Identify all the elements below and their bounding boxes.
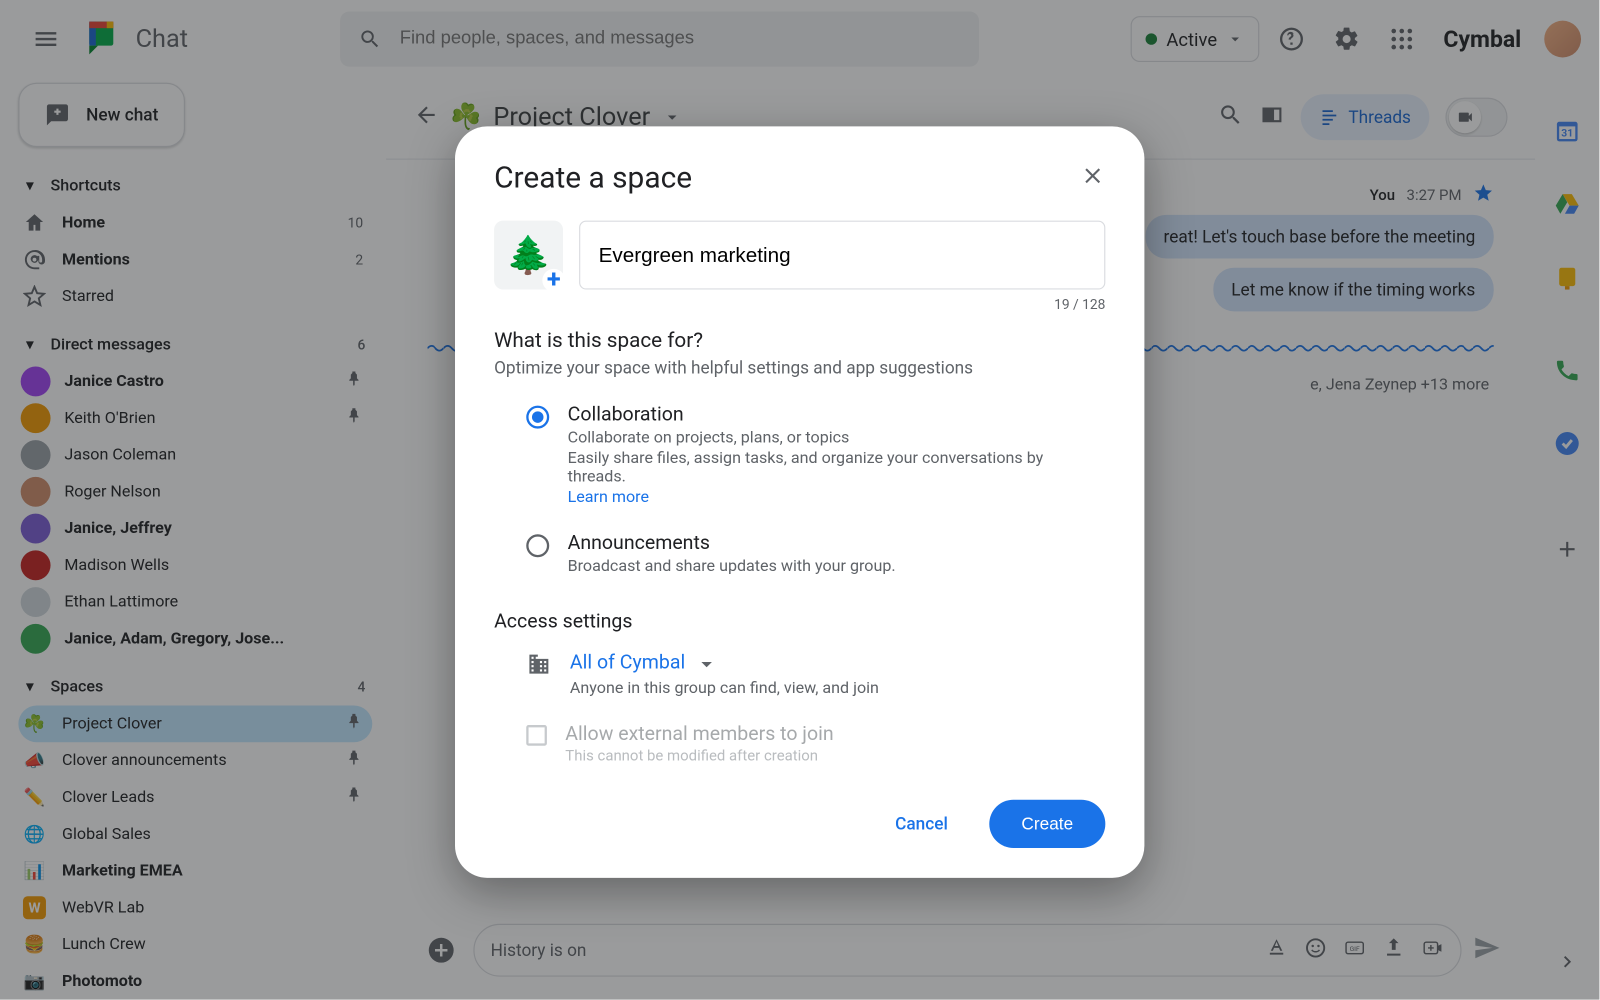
access-section-title: Access settings bbox=[494, 610, 1105, 633]
access-dropdown[interactable]: All of Cymbal bbox=[570, 649, 879, 677]
close-icon[interactable] bbox=[1080, 163, 1105, 193]
plus-icon: + bbox=[542, 269, 565, 292]
radio-announcements[interactable] bbox=[526, 534, 549, 557]
space-name-input[interactable] bbox=[579, 221, 1105, 290]
opt-collab-desc1: Collaborate on projects, plans, or topic… bbox=[568, 429, 1106, 447]
learn-more-link[interactable]: Learn more bbox=[568, 488, 1106, 506]
purpose-subtitle: Optimize your space with helpful setting… bbox=[494, 357, 1105, 378]
opt-announce-desc: Broadcast and share updates with your gr… bbox=[568, 557, 896, 575]
char-counter: 19 / 128 bbox=[494, 296, 1105, 312]
access-desc: Anyone in this group can find, view, and… bbox=[570, 679, 879, 697]
domain-icon bbox=[526, 651, 551, 676]
radio-collaboration[interactable] bbox=[526, 406, 549, 429]
purpose-question: What is this space for? bbox=[494, 329, 1105, 353]
chevron-down-icon bbox=[694, 651, 719, 676]
opt-collab-desc2: Easily share files, assign tasks, and or… bbox=[568, 449, 1106, 486]
external-checkbox bbox=[526, 725, 547, 746]
option-announcements[interactable]: Announcements Broadcast and share update… bbox=[494, 532, 1105, 576]
opt-announce-title: Announcements bbox=[568, 532, 896, 555]
modal-overlay[interactable]: Create a space 🌲 + 19 / 128 What is this… bbox=[0, 0, 1599, 1000]
external-desc: This cannot be modified after creation bbox=[565, 748, 833, 765]
external-title: Allow external members to join bbox=[565, 723, 833, 746]
dialog-title: Create a space bbox=[494, 161, 692, 195]
selected-emoji: 🌲 bbox=[506, 233, 552, 277]
option-collaboration[interactable]: Collaboration Collaborate on projects, p… bbox=[494, 403, 1105, 506]
create-space-dialog: Create a space 🌲 + 19 / 128 What is this… bbox=[455, 126, 1144, 877]
opt-collab-title: Collaboration bbox=[568, 403, 1106, 426]
emoji-picker[interactable]: 🌲 + bbox=[494, 221, 563, 290]
create-button[interactable]: Create bbox=[989, 800, 1105, 848]
cancel-button[interactable]: Cancel bbox=[881, 802, 961, 846]
